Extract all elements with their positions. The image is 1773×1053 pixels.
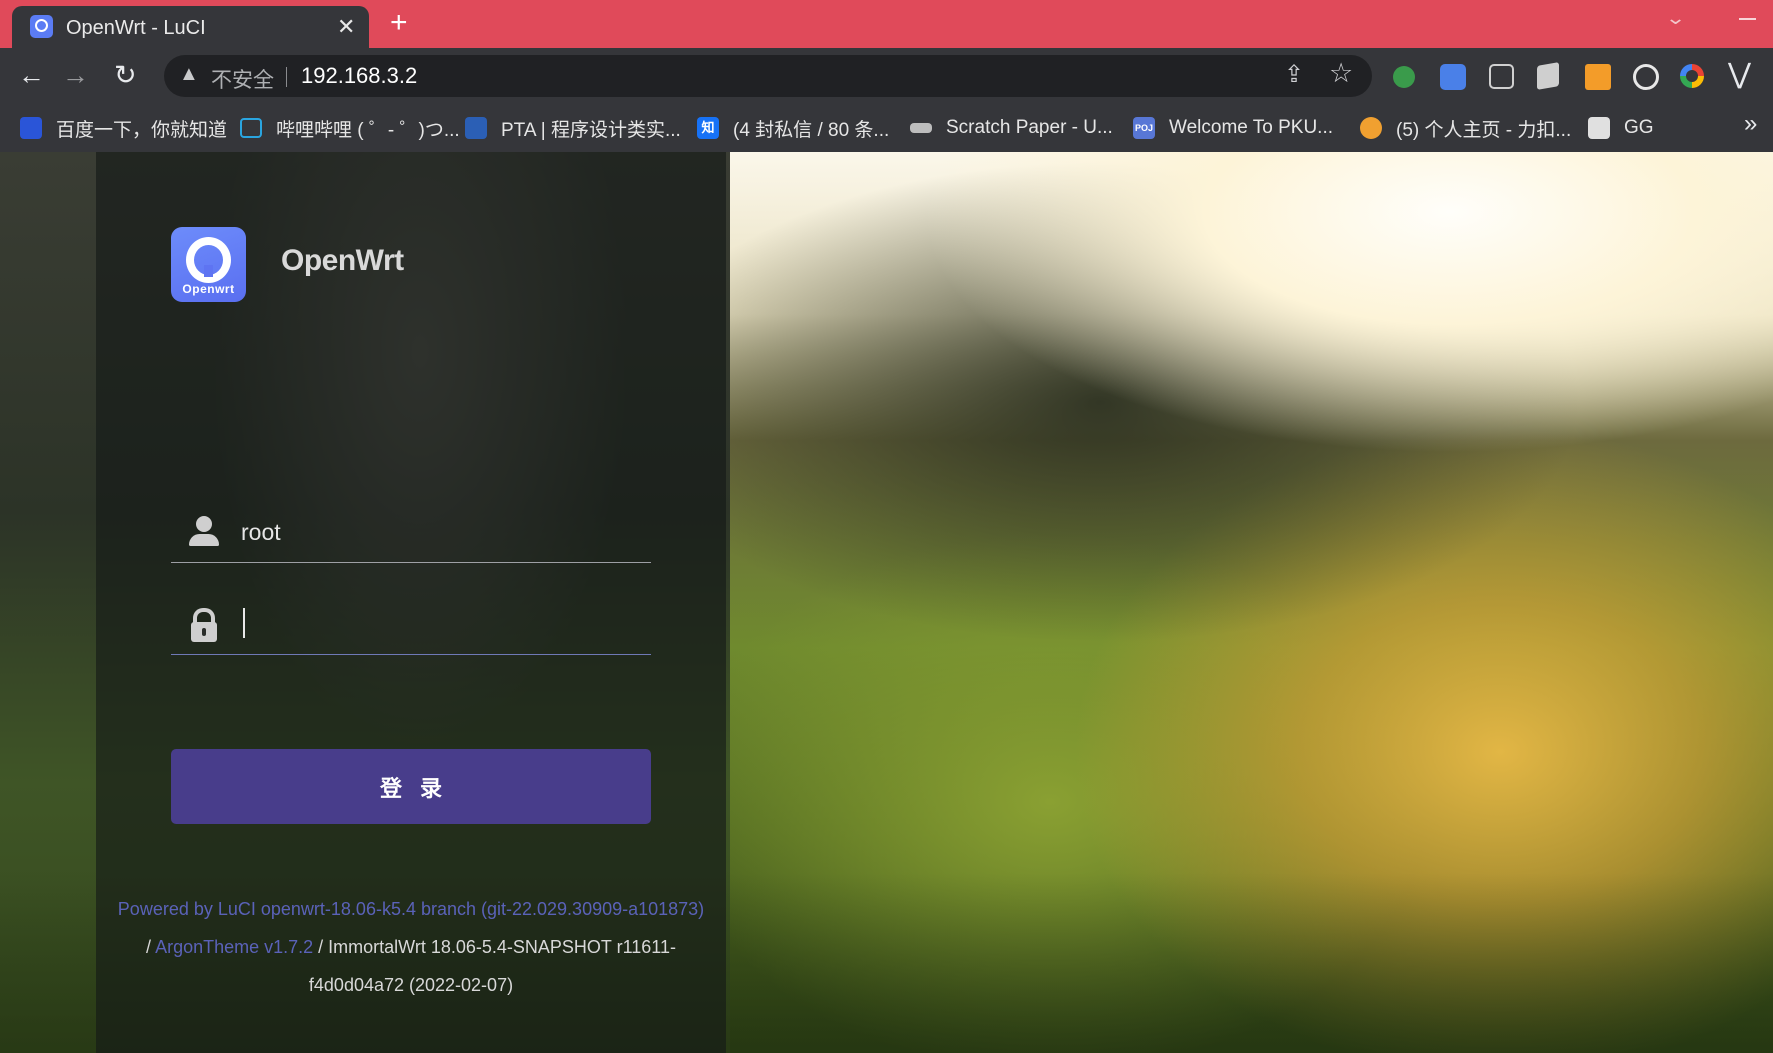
argon-theme-link[interactable]: ArgonTheme v1.7.2 [155, 937, 313, 957]
unlock-icon [187, 608, 221, 644]
bookmark-label: Scratch Paper - U... [946, 117, 1113, 138]
forward-button[interactable]: → [62, 58, 89, 92]
firmware-version-text: / ImmortalWrt 18.06-5.4-SNAPSHOT r11611- [313, 937, 676, 957]
address-bar[interactable]: ▲ 不安全 192.168.3.2 ⇪ ☆ [164, 55, 1372, 97]
minimize-window-button[interactable] [1739, 18, 1756, 20]
bookmark-label: PTA | 程序设计类实... [501, 119, 681, 141]
gauge-extension-icon[interactable] [1633, 64, 1659, 90]
bookmark-item[interactable]: POJ Welcome To PKU... [1133, 113, 1333, 143]
more-bookmarks-chevron-icon[interactable]: » [1744, 110, 1757, 138]
share-icon[interactable]: ⇪ [1284, 60, 1304, 89]
cube-extension-icon[interactable] [1537, 62, 1559, 90]
translate-extension-icon[interactable] [1440, 64, 1466, 90]
url-text[interactable]: 192.168.3.2 [301, 63, 417, 89]
openwrt-favicon-icon [30, 15, 53, 38]
bookmark-label: 百度一下，你就知道 [56, 119, 228, 141]
login-page: Openwrt OpenWrt 登录 Powered by LuCI openw… [0, 152, 1773, 1053]
leetcode-icon [1360, 117, 1382, 139]
color-picker-extension-icon[interactable] [1680, 64, 1704, 88]
gg-icon [1588, 117, 1610, 139]
firmware-build-text: f4d0d04a72 (2022-02-07) [308, 975, 514, 995]
browser-tab[interactable]: OpenWrt - LuCI ✕ [12, 6, 369, 48]
bookmark-item[interactable]: PTA | 程序设计类实... [465, 113, 681, 143]
login-panel: Openwrt OpenWrt 登录 Powered by LuCI openw… [96, 152, 726, 1053]
password-field[interactable] [171, 594, 651, 655]
text-caret [243, 608, 245, 638]
username-input[interactable] [241, 512, 641, 552]
tab-title: OpenWrt - LuCI [66, 17, 206, 39]
browser-toolbar: ← → ↻ ▲ 不安全 192.168.3.2 ⇪ ☆ ⋁ [0, 48, 1773, 104]
bookmark-item[interactable]: Scratch Paper - U... [910, 113, 1113, 143]
tab-search-chevron-icon[interactable]: ⌄ [1665, 8, 1686, 29]
v-extension-icon[interactable]: ⋁ [1728, 60, 1751, 88]
bookmark-item[interactable]: (5) 个人主页 - 力扣... [1360, 113, 1571, 143]
username-field[interactable] [171, 502, 651, 563]
tab-strip: OpenWrt - LuCI ✕ + ⌄ [0, 0, 1773, 48]
keyboard-icon [910, 123, 932, 133]
bookmark-label: (4 封私信 / 80 条... [733, 119, 890, 141]
bookmark-label: GG [1624, 117, 1654, 138]
bookmark-item[interactable]: 百度一下，你就知道 [20, 113, 227, 143]
rss-extension-icon[interactable] [1585, 64, 1611, 90]
bilibili-tv-icon [240, 118, 262, 138]
bookmark-label: (5) 个人主页 - 力扣... [1396, 119, 1572, 141]
logo-ring [186, 237, 231, 283]
brand-name: OpenWrt [281, 244, 404, 277]
bookmark-label: Welcome To PKU... [1169, 117, 1334, 138]
user-icon [187, 516, 221, 552]
poj-icon: POJ [1133, 117, 1155, 139]
password-input[interactable] [241, 604, 641, 644]
openwrt-logo-icon: Openwrt [171, 227, 246, 302]
bookmark-item[interactable]: 知 (4 封私信 / 80 条... [697, 113, 889, 143]
pta-icon [465, 117, 487, 139]
bookmark-star-icon[interactable]: ☆ [1329, 58, 1353, 89]
reload-button[interactable]: ↻ [114, 58, 137, 92]
bookmark-label: 哔哩哔哩 ( ゜- ゜)つ... [276, 119, 460, 141]
baidu-paw-icon [20, 117, 42, 139]
close-tab-icon[interactable]: ✕ [337, 14, 355, 40]
reader-extension-icon[interactable] [1489, 64, 1514, 89]
luci-link[interactable]: Powered by LuCI openwrt-18.06-k5.4 branc… [118, 899, 704, 919]
login-button[interactable]: 登录 [171, 749, 651, 824]
new-tab-button[interactable]: + [390, 6, 408, 40]
back-button[interactable]: ← [18, 58, 45, 92]
extension-green-icon[interactable] [1393, 66, 1415, 88]
security-status-label[interactable]: 不安全 [211, 64, 274, 94]
bookmarks-bar: 百度一下，你就知道 哔哩哔哩 ( ゜- ゜)つ... PTA | 程序设计类实.… [0, 104, 1773, 152]
footer-separator: / [146, 937, 152, 957]
bookmark-item[interactable]: GG [1588, 113, 1654, 143]
warning-triangle-icon[interactable]: ▲ [179, 63, 199, 86]
omnibox-divider [286, 67, 287, 87]
bookmark-item[interactable]: 哔哩哔哩 ( ゜- ゜)つ... [240, 113, 460, 143]
footer: Powered by LuCI openwrt-18.06-k5.4 branc… [96, 890, 726, 1004]
logo-badge-text: Openwrt [182, 282, 235, 296]
zhihu-icon: 知 [697, 117, 719, 139]
